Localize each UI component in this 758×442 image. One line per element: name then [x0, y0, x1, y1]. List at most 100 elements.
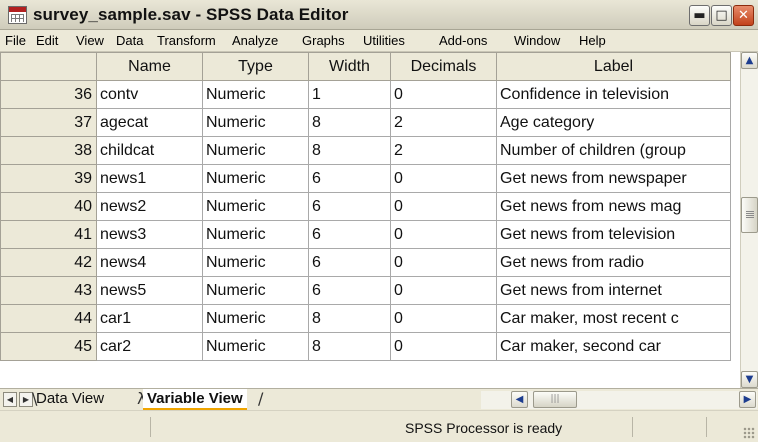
cell-width[interactable]: 8 [308, 304, 391, 333]
cell-type[interactable]: Numeric [202, 332, 309, 361]
cell-decimals[interactable]: 0 [390, 304, 497, 333]
table-row[interactable]: 42 news4 Numeric 6 0 Get news from radio [0, 248, 731, 277]
tab-variable-view[interactable]: Variable View [143, 389, 247, 410]
table-row[interactable]: 41 news3 Numeric 6 0 Get news from television [0, 220, 731, 249]
row-number[interactable]: 43 [0, 276, 97, 305]
cell-type[interactable]: Numeric [202, 192, 309, 221]
menu-transform[interactable]: Transform [157, 33, 216, 48]
cell-decimals[interactable]: 0 [390, 276, 497, 305]
cell-label[interactable]: Confidence in television [496, 80, 731, 109]
menu-graphs[interactable]: Graphs [302, 33, 345, 48]
menu-edit[interactable]: Edit [36, 33, 58, 48]
cell-decimals[interactable]: 0 [390, 220, 497, 249]
cell-name[interactable]: car2 [96, 332, 203, 361]
menu-file[interactable]: File [5, 33, 26, 48]
cell-label[interactable]: Get news from radio [496, 248, 731, 277]
cell-label[interactable]: Car maker, second car [496, 332, 731, 361]
tab-next-icon[interactable]: ▶ [19, 392, 33, 407]
column-header-decimals[interactable]: Decimals [390, 52, 497, 81]
column-header-type[interactable]: Type [202, 52, 309, 81]
cell-type[interactable]: Numeric [202, 304, 309, 333]
horizontal-scroll-thumb[interactable]: ||| [533, 391, 577, 408]
vertical-scroll-thumb[interactable] [741, 197, 758, 233]
cell-decimals[interactable]: 2 [390, 108, 497, 137]
cell-decimals[interactable]: 0 [390, 332, 497, 361]
row-number[interactable]: 40 [0, 192, 97, 221]
table-row[interactable]: 38 childcat Numeric 8 2 Number of children (g… [0, 136, 731, 165]
table-row[interactable]: 45 car2 Numeric 8 0 Car maker, second car [0, 332, 731, 361]
cell-name[interactable]: news2 [96, 192, 203, 221]
maximize-button[interactable]: □ [711, 5, 732, 26]
cell-label[interactable]: Get news from television [496, 220, 731, 249]
column-header-name[interactable]: Name [96, 52, 203, 81]
row-number[interactable]: 44 [0, 304, 97, 333]
cell-width[interactable]: 8 [308, 136, 391, 165]
menu-data[interactable]: Data [116, 33, 143, 48]
row-number[interactable]: 37 [0, 108, 97, 137]
cell-name[interactable]: agecat [96, 108, 203, 137]
cell-label[interactable]: Get news from newspaper [496, 164, 731, 193]
cell-type[interactable]: Numeric [202, 136, 309, 165]
cell-width[interactable]: 1 [308, 80, 391, 109]
cell-type[interactable]: Numeric [202, 248, 309, 277]
minimize-button[interactable]: ▬ [689, 5, 710, 26]
menu-add-ons[interactable]: Add-ons [439, 33, 487, 48]
table-row[interactable]: 39 news1 Numeric 6 0 Get news from newspaper [0, 164, 731, 193]
cell-label[interactable]: Get news from internet [496, 276, 731, 305]
cell-label[interactable]: Age category [496, 108, 731, 137]
table-row[interactable]: 43 news5 Numeric 6 0 Get news from internet [0, 276, 731, 305]
table-row[interactable]: 40 news2 Numeric 6 0 Get news from news mag [0, 192, 731, 221]
scroll-right-icon[interactable]: ▶ [739, 391, 756, 408]
table-row[interactable]: 44 car1 Numeric 8 0 Car maker, most recent c [0, 304, 731, 333]
column-header-label[interactable]: Label [496, 52, 731, 81]
cell-decimals[interactable]: 0 [390, 80, 497, 109]
cell-width[interactable]: 8 [308, 108, 391, 137]
close-button[interactable]: ✕ [733, 5, 754, 26]
cell-type[interactable]: Numeric [202, 220, 309, 249]
cell-decimals[interactable]: 0 [390, 192, 497, 221]
cell-name[interactable]: childcat [96, 136, 203, 165]
horizontal-scrollbar[interactable]: ◀ ||| ▶ [481, 391, 757, 409]
menu-view[interactable]: View [76, 33, 104, 48]
cell-type[interactable]: Numeric [202, 80, 309, 109]
scroll-down-icon[interactable]: ▼ [741, 371, 758, 388]
cell-decimals[interactable]: 2 [390, 136, 497, 165]
cell-label[interactable]: Get news from news mag [496, 192, 731, 221]
cell-decimals[interactable]: 0 [390, 164, 497, 193]
cell-width[interactable]: 6 [308, 220, 391, 249]
cell-type[interactable]: Numeric [202, 164, 309, 193]
cell-width[interactable]: 8 [308, 332, 391, 361]
menu-analyze[interactable]: Analyze [232, 33, 278, 48]
cell-label[interactable]: Number of children (group [496, 136, 731, 165]
corner-cell[interactable] [0, 52, 97, 81]
cell-type[interactable]: Numeric [202, 108, 309, 137]
cell-label[interactable]: Car maker, most recent c [496, 304, 731, 333]
scroll-up-icon[interactable]: ▲ [741, 52, 758, 69]
row-number[interactable]: 45 [0, 332, 97, 361]
tab-data-view[interactable]: Data View [36, 389, 104, 410]
table-row[interactable]: 37 agecat Numeric 8 2 Age category [0, 108, 731, 137]
table-row[interactable]: 36 contv Numeric 1 0 Confidence in television [0, 80, 731, 109]
cell-name[interactable]: contv [96, 80, 203, 109]
cell-name[interactable]: news5 [96, 276, 203, 305]
column-header-width[interactable]: Width [308, 52, 391, 81]
row-number[interactable]: 38 [0, 136, 97, 165]
cell-name[interactable]: car1 [96, 304, 203, 333]
row-number[interactable]: 36 [0, 80, 97, 109]
menu-utilities[interactable]: Utilities [363, 33, 405, 48]
menu-window[interactable]: Window [514, 33, 560, 48]
row-number[interactable]: 41 [0, 220, 97, 249]
cell-width[interactable]: 6 [308, 248, 391, 277]
menu-help[interactable]: Help [579, 33, 606, 48]
resize-grip-icon[interactable] [743, 427, 755, 439]
cell-width[interactable]: 6 [308, 192, 391, 221]
tab-prev-icon[interactable]: ◀ [3, 392, 17, 407]
cell-width[interactable]: 6 [308, 276, 391, 305]
vertical-scrollbar[interactable]: ▲ ▼ [740, 52, 758, 388]
row-number[interactable]: 39 [0, 164, 97, 193]
cell-name[interactable]: news1 [96, 164, 203, 193]
cell-width[interactable]: 6 [308, 164, 391, 193]
cell-decimals[interactable]: 0 [390, 248, 497, 277]
scroll-left-icon[interactable]: ◀ [511, 391, 528, 408]
cell-name[interactable]: news4 [96, 248, 203, 277]
